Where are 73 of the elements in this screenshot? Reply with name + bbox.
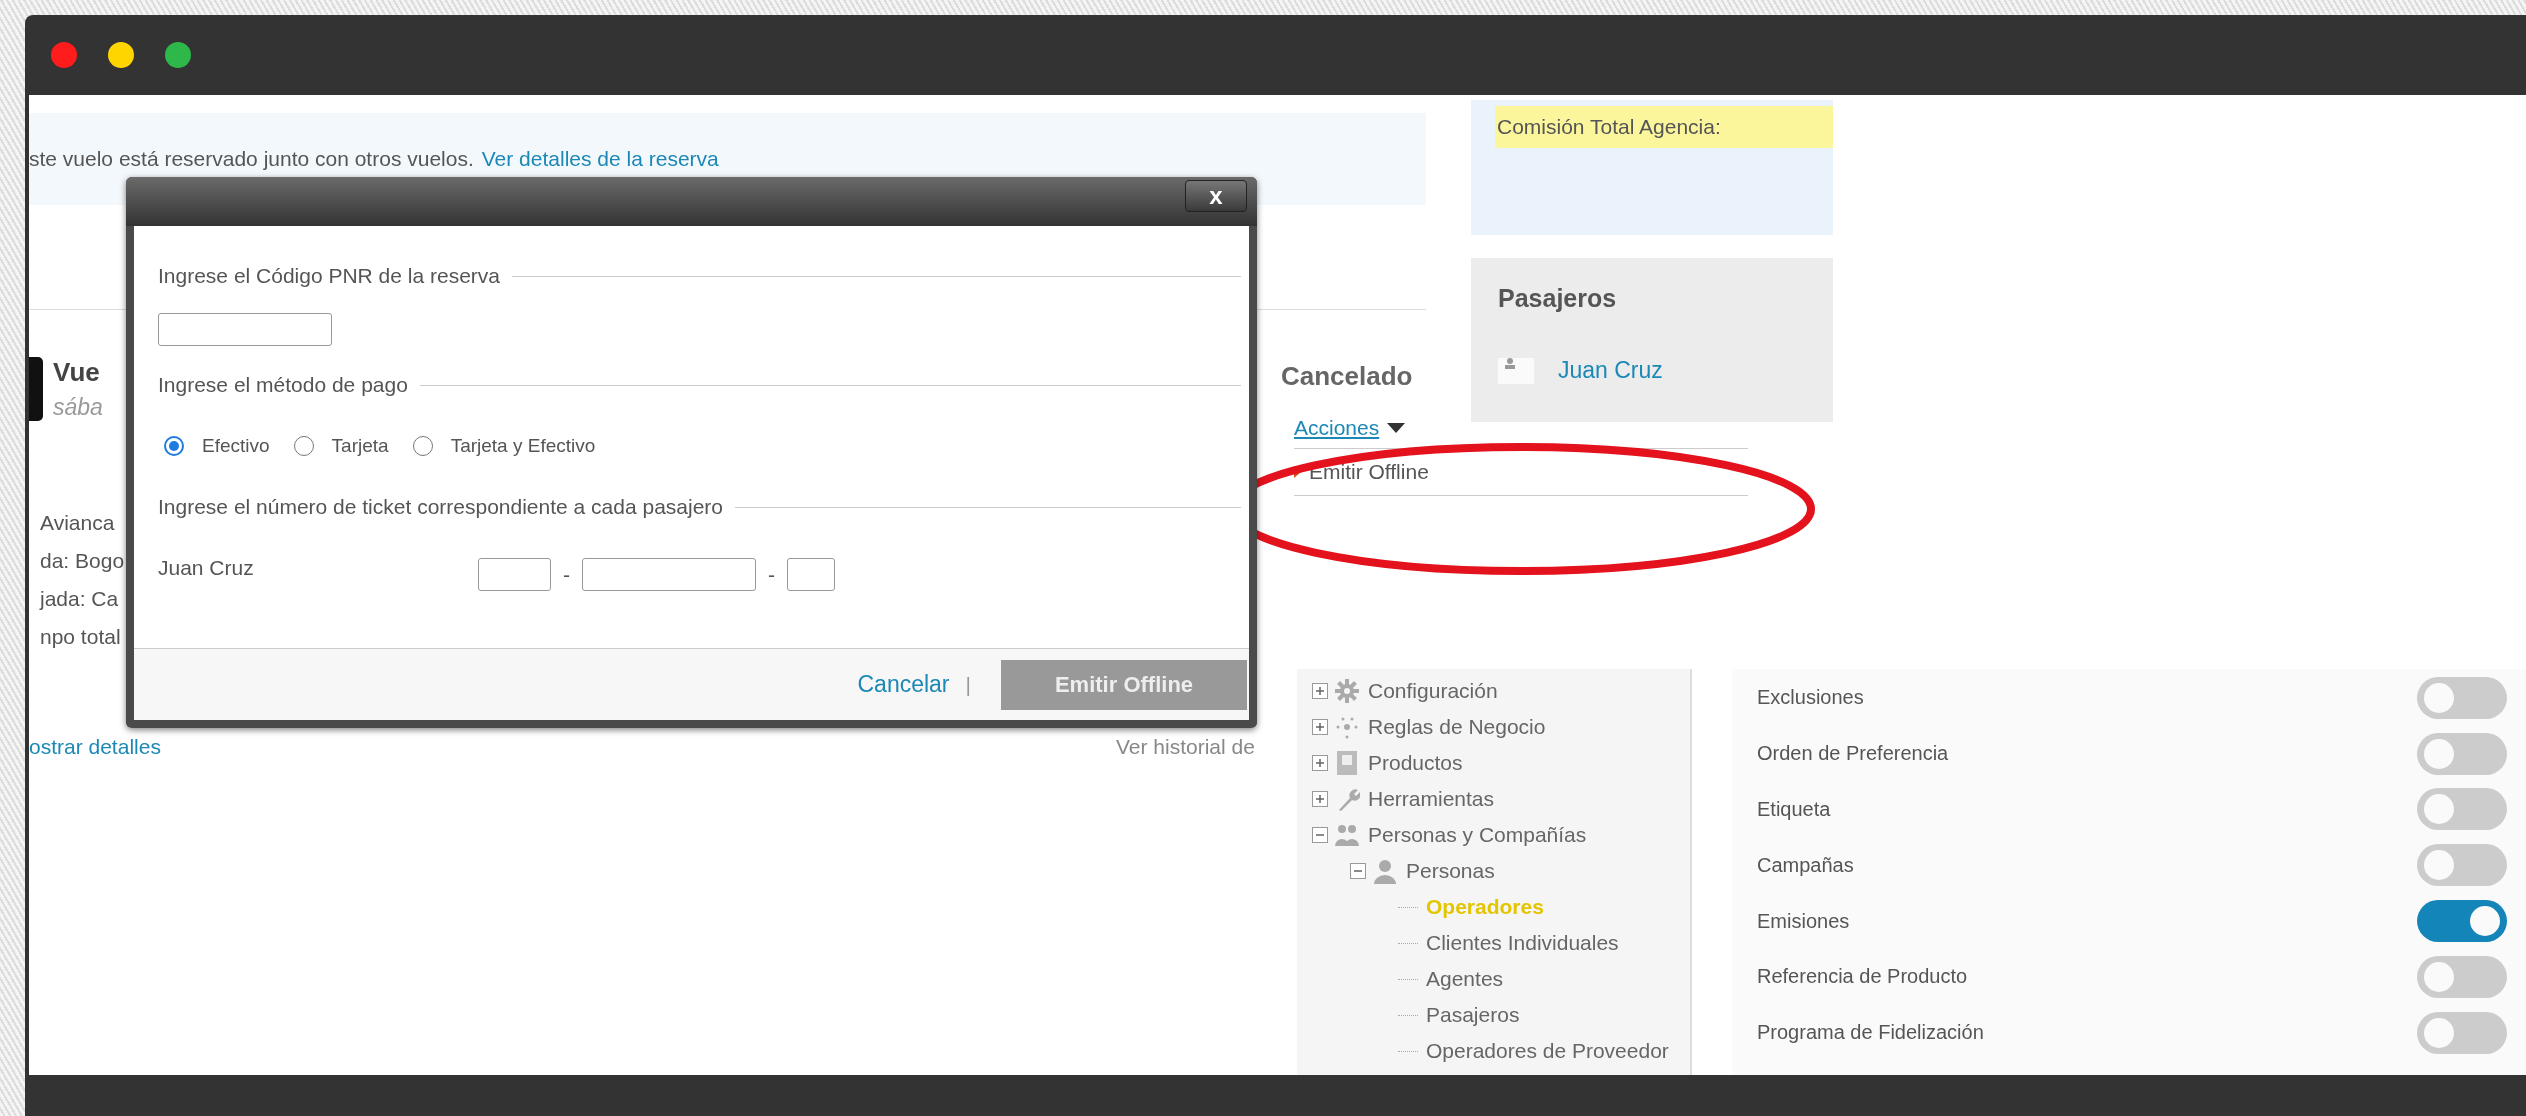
cancel-link[interactable]: Cancelar [857, 671, 950, 698]
collapse-icon[interactable] [1350, 863, 1366, 879]
dash-text: - [563, 562, 570, 587]
toggle-label: Etiqueta [1757, 798, 1831, 821]
radio-label: Tarjeta [331, 435, 389, 457]
tree-item[interactable]: Configuración [1366, 679, 1500, 703]
expand-icon[interactable] [1312, 719, 1328, 735]
toggle-switch[interactable] [2417, 844, 2507, 887]
expand-icon[interactable] [1312, 683, 1328, 699]
payment-method-label: Ingrese el método de pago [158, 369, 1241, 401]
tree-item[interactable]: Productos [1366, 751, 1465, 775]
tree-item[interactable]: Reglas de Negocio [1366, 715, 1548, 739]
expand-icon[interactable] [1312, 791, 1328, 807]
person-icon [1372, 858, 1398, 884]
radio-button[interactable] [164, 436, 184, 456]
toggle-switch[interactable] [2417, 732, 2507, 775]
gear-icon [1334, 678, 1360, 704]
tree-item[interactable]: Personas y Compañías [1366, 823, 1589, 847]
tree-item[interactable]: Clientes Individuales [1424, 931, 1621, 955]
toggle-label: Exclusiones [1757, 686, 1864, 710]
history-link[interactable]: Ver historial de [1116, 735, 1255, 759]
flight-detail-text: da: Bogo [40, 548, 125, 574]
toggle-label: Programa de Fidelización [1757, 1021, 1984, 1045]
passengers-heading: Pasajeros [1498, 284, 1618, 313]
toggle-switch[interactable] [2417, 900, 2507, 943]
tree-item[interactable]: Agentes [1424, 967, 1506, 991]
toggle-label: Orden de Preferencia [1757, 742, 1949, 766]
radio-label: Efectivo [202, 435, 270, 457]
toggle-switch[interactable] [2417, 676, 2507, 719]
ticket-input-field[interactable] [478, 558, 551, 591]
toggle-label: Campañas [1757, 853, 1854, 877]
window-control-button[interactable] [165, 42, 191, 68]
toggle-label: Referencia de Producto [1757, 965, 1968, 989]
flight-detail-text: npo total [40, 624, 122, 650]
status-label: Cancelado [1281, 361, 1413, 392]
pnr-label: Ingrese el Código PNR de la reserva [158, 260, 1241, 292]
toggle-switch[interactable] [2417, 1011, 2507, 1054]
caret-icon [1387, 423, 1406, 433]
passenger-link[interactable]: Juan Cruz [1558, 357, 1663, 384]
tree-item[interactable]: Personas [1404, 859, 1497, 883]
toggle-label: Emisiones [1757, 909, 1850, 933]
logo-icon [29, 357, 43, 421]
pnr-input-field[interactable] [158, 313, 332, 346]
toggle-switch[interactable] [2417, 955, 2507, 998]
flight-detail-text: jada: Ca [40, 586, 120, 612]
radio-label: Tarjeta y Efectivo [450, 435, 596, 457]
separator-text: | [965, 672, 971, 697]
show-details-link[interactable]: ostrar detalles [29, 735, 161, 759]
notice-text: ste vuelo está reservado junto con otros vuelos. [29, 147, 474, 171]
tree-item[interactable]: Pasajeros [1424, 1003, 1522, 1027]
tree-item[interactable]: Operadores de Proveedor [1424, 1039, 1671, 1063]
flight-title: Vue [53, 357, 101, 388]
radio-button[interactable] [412, 436, 433, 456]
flight-date: sába [53, 394, 103, 421]
avatar-icon [1498, 357, 1534, 384]
people-icon [1334, 822, 1360, 848]
dash-text: - [768, 562, 775, 587]
tree-item[interactable]: Herramientas [1366, 787, 1497, 811]
ticket-input-field[interactable] [582, 558, 756, 591]
toggle-switch[interactable] [2417, 788, 2507, 831]
close-button[interactable]: x [1185, 180, 1247, 212]
ticket-number-label: Ingrese el número de ticket correspondiente a cada pasajero [158, 491, 1241, 523]
box-icon [1334, 750, 1360, 776]
commission-label: Comisión Total Agencia: [1495, 106, 1833, 148]
collapse-icon[interactable] [1312, 827, 1328, 843]
expand-icon[interactable] [1312, 755, 1328, 771]
reservation-details-link[interactable]: Ver detalles de la reserva [481, 147, 719, 171]
radio-button[interactable] [293, 436, 314, 456]
ticket-input-field[interactable] [787, 558, 835, 591]
actions-link[interactable]: Acciones [1294, 416, 1380, 440]
flight-detail-text: Avianca [40, 510, 116, 536]
window-control-button[interactable] [108, 42, 134, 68]
passenger-name: Juan Cruz [158, 556, 255, 580]
